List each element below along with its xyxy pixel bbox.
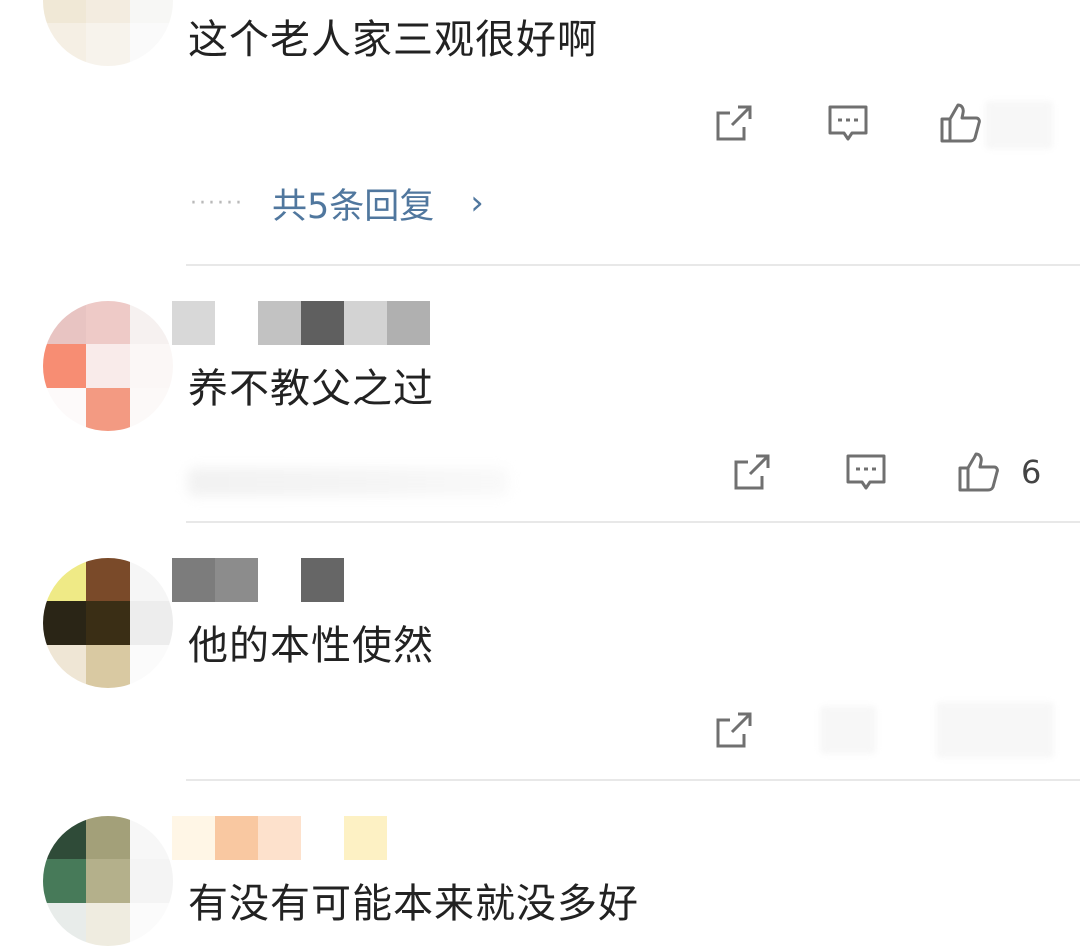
- comment-item: 他的本性使然: [0, 522, 1080, 780]
- like-button[interactable]: [930, 93, 990, 153]
- comment-text: 养不教父之过: [188, 366, 434, 412]
- username-pixel: [387, 301, 430, 345]
- username-blurred[interactable]: [172, 816, 387, 860]
- avatar-pixel: [86, 816, 130, 860]
- username-pixel: [215, 558, 258, 602]
- comment-button-blurred[interactable]: [820, 706, 876, 754]
- avatar-pixel: [86, 301, 130, 345]
- comment-icon: [846, 454, 886, 490]
- share-icon: [716, 105, 752, 141]
- avatar-pixel: [86, 644, 130, 688]
- thumbs-up-icon: [940, 103, 981, 143]
- avatar-pixel: [43, 22, 87, 66]
- comment-button[interactable]: [836, 442, 896, 502]
- avatar-pixel: [43, 387, 87, 431]
- avatar-pixel: [43, 0, 87, 23]
- avatar-pixel: [129, 301, 173, 345]
- avatar-pixel: [43, 558, 87, 602]
- avatar[interactable]: [43, 816, 173, 946]
- comment-text: 这个老人家三观很好啊: [188, 17, 598, 63]
- comment-actions: [0, 93, 1080, 153]
- share-icon: [716, 712, 752, 748]
- comment-item: 这个老人家三观很好啊 ······ 共5条回复 ›: [0, 0, 1080, 265]
- avatar-pixel: [129, 22, 173, 66]
- comment-item: 有没有可能本来就没多好: [0, 780, 1080, 946]
- comment-icon: [828, 105, 868, 141]
- avatar-pixel: [129, 0, 173, 23]
- username-pixel: [301, 558, 344, 602]
- avatar-pixel: [86, 902, 130, 946]
- username-pixel: [258, 816, 301, 860]
- username-blurred[interactable]: [172, 301, 430, 345]
- username-pixel: [215, 816, 258, 860]
- share-button[interactable]: [704, 700, 764, 760]
- view-replies-link[interactable]: ······ 共5条回复 ›: [190, 178, 484, 228]
- avatar-pixel: [86, 558, 130, 602]
- avatar-pixel: [43, 816, 87, 860]
- avatar-pixel: [129, 387, 173, 431]
- comment-item: 养不教父之过 6: [0, 265, 1080, 522]
- share-button[interactable]: [722, 442, 782, 502]
- username-pixel: [172, 816, 215, 860]
- avatar[interactable]: [43, 301, 173, 431]
- username-pixel: [301, 816, 344, 860]
- chevron-right-icon: ›: [470, 183, 484, 223]
- avatar-pixel: [43, 859, 87, 903]
- share-icon: [734, 454, 770, 490]
- avatar-pixel: [43, 902, 87, 946]
- replies-count-label: 共5条回复: [271, 186, 435, 227]
- username-blurred[interactable]: [172, 558, 344, 602]
- avatar-pixel: [43, 344, 87, 388]
- username-pixel: [258, 301, 301, 345]
- avatar-pixel: [129, 859, 173, 903]
- avatar-pixel: [43, 301, 87, 345]
- avatar-pixel: [129, 816, 173, 860]
- avatar-pixel: [129, 644, 173, 688]
- comment-actions: 6: [0, 442, 1080, 502]
- avatar-pixel: [129, 601, 173, 645]
- avatar[interactable]: [43, 0, 173, 66]
- username-pixel: [344, 816, 387, 860]
- username-pixel: [258, 558, 301, 602]
- avatar-pixel: [43, 601, 87, 645]
- avatar-pixel: [43, 644, 87, 688]
- avatar-pixel: [86, 22, 130, 66]
- avatar-pixel: [129, 558, 173, 602]
- avatar-pixel: [86, 0, 130, 23]
- thumbs-up-icon: [958, 452, 999, 492]
- username-pixel: [172, 558, 215, 602]
- like-button-blurred[interactable]: [936, 702, 1054, 758]
- like-button[interactable]: [948, 442, 1008, 502]
- comment-actions: [0, 700, 1080, 760]
- username-pixel: [301, 301, 344, 345]
- reply-dots: ······: [190, 190, 244, 216]
- avatar[interactable]: [43, 558, 173, 688]
- like-count-blur: [985, 101, 1053, 149]
- share-button[interactable]: [704, 93, 764, 153]
- comment-text: 他的本性使然: [188, 623, 434, 669]
- avatar-pixel: [86, 387, 130, 431]
- username-pixel: [344, 301, 387, 345]
- avatar-pixel: [129, 902, 173, 946]
- like-count: 6: [1021, 453, 1042, 491]
- avatar-pixel: [86, 344, 130, 388]
- username-pixel: [172, 301, 215, 345]
- comment-button[interactable]: [818, 93, 878, 153]
- comment-text: 有没有可能本来就没多好: [188, 881, 639, 927]
- username-pixel: [215, 301, 258, 345]
- avatar-pixel: [129, 344, 173, 388]
- avatar-pixel: [86, 859, 130, 903]
- avatar-pixel: [86, 601, 130, 645]
